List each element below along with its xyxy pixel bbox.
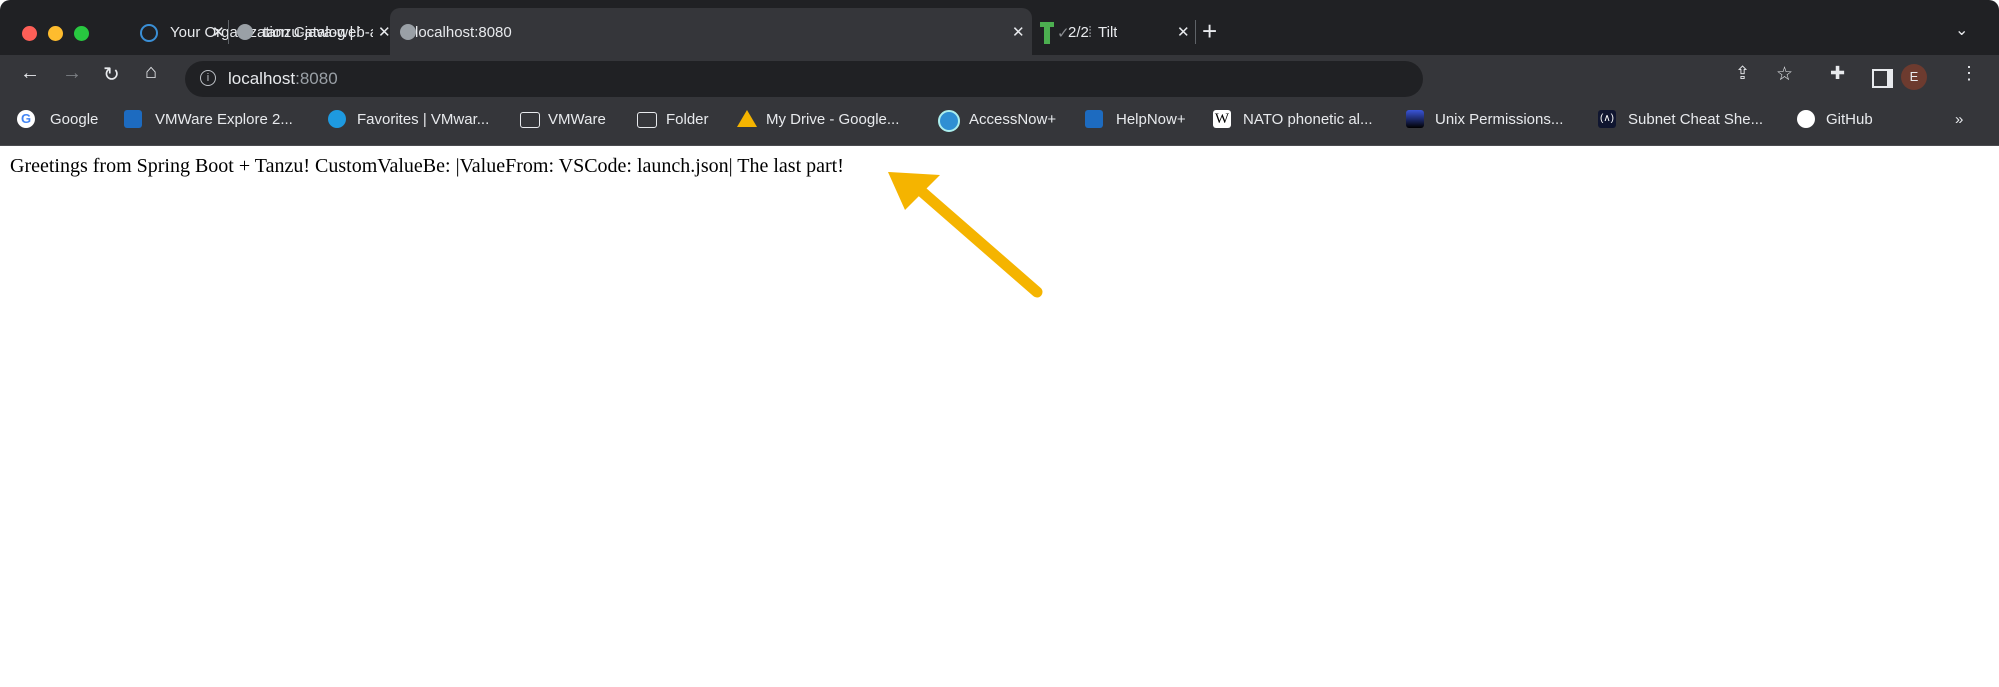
annotation-arrow-icon (888, 172, 1043, 298)
annotation-arrow (888, 172, 1043, 298)
